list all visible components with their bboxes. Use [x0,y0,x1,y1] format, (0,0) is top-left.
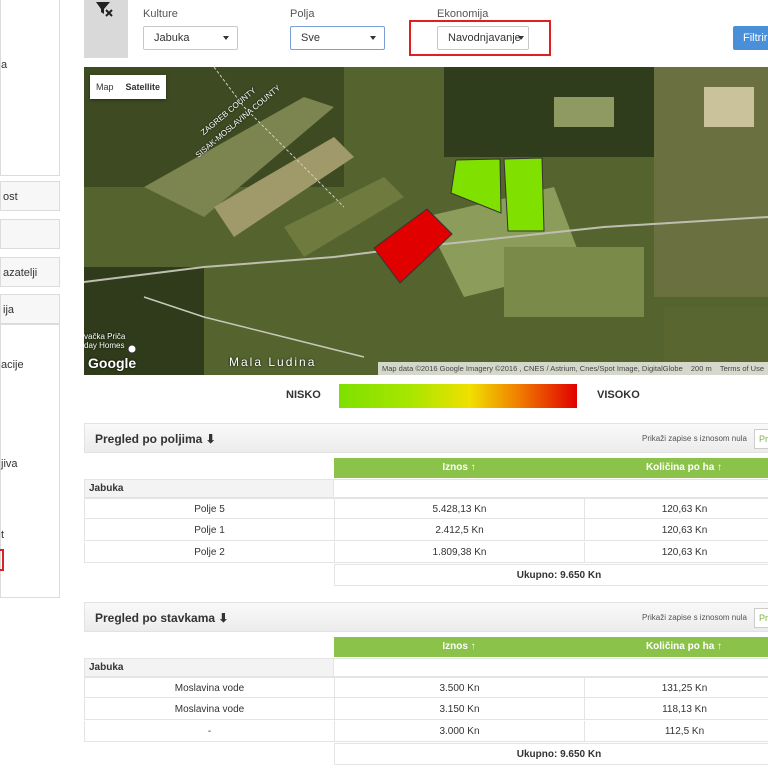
filter-button[interactable]: Filtrir [733,26,768,50]
sidebar-panel-top: a [0,0,60,176]
section-header-polja[interactable]: Pregled po poljima ⬇ Prikaži zapise s iz… [84,423,768,453]
sidebar-item-label[interactable]: acije [1,359,24,371]
kulture-value: Jabuka [154,32,190,44]
table-row: Polje 5 5.428,13 Kn 120,63 Kn [84,498,768,520]
show-zero-toggle[interactable]: Pr [754,608,768,628]
group-row-filler [334,658,768,677]
map-imagery [84,67,768,375]
kulture-label: Kulture [143,8,178,20]
cell-name: - [84,721,334,742]
highlight-box [409,20,551,56]
polja-label: Polja [290,8,315,20]
table-total: Ukupno: 9.650 Kn [334,564,768,586]
table-total: Ukupno: 9.650 Kn [334,743,768,765]
map-type-map-button[interactable]: Map [90,75,120,99]
map-label: day Homes [84,341,125,350]
table-row: Moslavina vode 3.500 Kn 131,25 Kn [84,677,768,699]
field-polje-2[interactable] [503,157,545,232]
sidebar-item-label[interactable]: a [1,59,7,71]
cell-kolicina: 118,13 Kn [584,699,768,720]
column-header-iznos[interactable]: Iznos ↑ [334,637,584,657]
section-title[interactable]: Pregled po stavkama ⬇ [95,611,228,625]
column-header-iznos[interactable]: Iznos ↑ [334,458,584,478]
section-header-stavke[interactable]: Pregled po stavkama ⬇ Prikaži zapise s i… [84,602,768,632]
group-row: Jabuka [84,658,334,677]
highlight-marker [0,549,4,571]
cell-kolicina: 112,5 Kn [584,721,768,742]
sidebar-section-header[interactable] [0,219,60,249]
sidebar-item-label: azatelji [3,267,38,279]
sidebar-panel-bottom: acije jiva t [0,324,60,598]
show-zero-toggle[interactable]: Pr [754,429,768,449]
map-attribution-text: Map data ©2016 Google Imagery ©2016 , CN… [381,364,683,373]
map-attribution: Map data ©2016 Google Imagery ©2016 , CN… [377,362,768,375]
cell-iznos: 5.428,13 Kn [334,499,584,520]
show-zero-label: Prikaži zapise s iznosom nula [642,434,747,443]
sidebar-item-label[interactable]: jiva [1,458,18,470]
cell-iznos: 1.809,38 Kn [334,542,584,563]
map-scale: 200 m [690,364,712,373]
cell-kolicina: 120,63 Kn [584,520,768,541]
cell-name: Polje 2 [84,542,334,563]
cell-iznos: 3.150 Kn [334,699,584,720]
polja-value: Sve [301,32,320,44]
cell-name: Polje 1 [84,520,334,541]
filter-clear-icon [96,2,113,17]
legend-high-label: VISOKO [597,389,640,401]
table-row: Polje 1 2.412,5 Kn 120,63 Kn [84,520,768,541]
column-header-kolicina[interactable]: Količina po ha ↑ [584,458,768,478]
cell-kolicina: 131,25 Kn [584,678,768,699]
table-polja: Iznos ↑ Količina po ha ↑ Jabuka Polje 5 … [84,458,768,588]
group-row-filler [334,479,768,498]
cell-name: Moslavina vode [84,699,334,720]
map-label: Mala Ludina [229,355,317,369]
cell-iznos: 3.500 Kn [334,678,584,699]
filter-clear-button[interactable] [84,0,128,58]
cell-iznos: 2.412,5 Kn [334,520,584,541]
ekonomija-label: Ekonomija [437,8,489,20]
legend-low-label: NISKO [286,389,321,401]
cell-iznos: 3.000 Kn [334,721,584,742]
map-type-satellite-button[interactable]: Satellite [120,75,167,99]
sidebar-section-header[interactable]: azatelji [0,257,60,287]
sidebar-item-label: ost [3,191,18,203]
cell-name: Moslavina vode [84,678,334,699]
sidebar-item-label: ija [3,304,15,316]
polja-select[interactable]: Sve [290,26,385,50]
section-title[interactable]: Pregled po poljima ⬇ [95,432,216,446]
table-row: Polje 2 1.809,38 Kn 120,63 Kn [84,542,768,563]
group-row: Jabuka [84,479,334,498]
map-type-toggle: Map Satellite [90,75,167,99]
page: a ost azatelji ija acije jiva t Kulture … [0,0,768,768]
sidebar-section-header[interactable]: ost [0,181,60,211]
column-header-kolicina[interactable]: Količina po ha ↑ [584,637,768,657]
cell-kolicina: 120,63 Kn [584,499,768,520]
cell-kolicina: 120,63 Kn [584,542,768,563]
legend-gradient [339,384,577,408]
table-row: - 3.000 Kn 112,5 Kn [84,721,768,742]
sidebar-item-label[interactable]: t [1,529,4,541]
satellite-map[interactable]: Map Satellite ZAGREB COUNTY SISAK-MOSLAV… [84,67,768,375]
cell-name: Polje 5 [84,499,334,520]
map-terms-link[interactable]: Terms of Use [720,364,764,373]
table-stavke: Iznos ↑ Količina po ha ↑ Jabuka Moslavin… [84,637,768,768]
google-logo: Google [88,355,137,371]
sidebar-section-header[interactable]: ija [0,294,60,324]
table-row: Moslavina vode 3.150 Kn 118,13 Kn [84,699,768,720]
show-zero-label: Prikaži zapise s iznosom nula [642,613,747,622]
chevron-down-icon [223,36,229,40]
map-label: vačka Priča [84,332,126,341]
kulture-select[interactable]: Jabuka [143,26,238,50]
sidebar: a ost azatelji ija acije jiva t [0,0,60,768]
chevron-down-icon [370,36,376,40]
